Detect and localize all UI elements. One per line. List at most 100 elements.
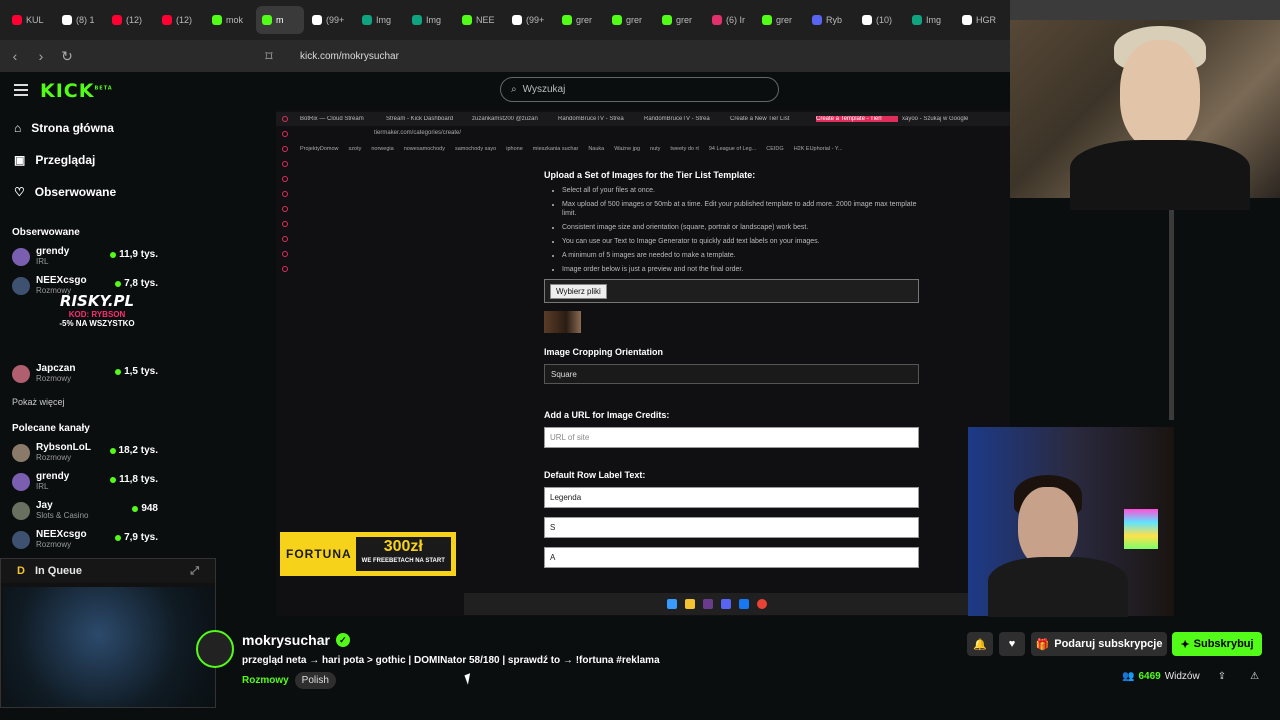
- fortuna-ad-banner: FORTUNA 300zł WE FREEBETACH NA START: [280, 532, 456, 576]
- browser-tab[interactable]: HGR: [956, 6, 1004, 34]
- queue-mini-player[interactable]: D In Queue ⤢: [0, 558, 216, 708]
- crop-heading: Image Cropping Orientation: [544, 347, 664, 357]
- show-more-link[interactable]: Pokaż więcej: [0, 392, 170, 412]
- channel-avatar[interactable]: [196, 630, 234, 668]
- crop-select[interactable]: Square: [544, 364, 919, 384]
- browser-tab[interactable]: (10): [856, 6, 904, 34]
- tab-label: Img: [426, 15, 442, 25]
- viewer-count: 7,9 tys.: [115, 532, 158, 543]
- stream-inner-tabs: BotRix — Cloud Stream Stream - Kick Dashb…: [276, 112, 1010, 126]
- nav-following[interactable]: ♡ Obserwowane: [0, 176, 170, 208]
- follow-button[interactable]: ♥: [999, 632, 1025, 656]
- browser-tab[interactable]: (6) Ir: [706, 6, 754, 34]
- expand-icon[interactable]: ⤢: [190, 565, 199, 578]
- choose-files-button[interactable]: Wybierz pliki: [550, 283, 607, 299]
- live-dot-icon: [115, 368, 122, 375]
- nav-home[interactable]: ⌂ Strona główna: [0, 112, 170, 144]
- channel-item-jay[interactable]: Jay Slots & Casino 948: [0, 496, 170, 525]
- browser-tab[interactable]: grer: [756, 6, 804, 34]
- rule-item: Max upload of 500 images or 50mb at a ti…: [562, 200, 924, 218]
- tab-label: HGR: [976, 15, 996, 25]
- channel-name: grendy: [36, 471, 70, 482]
- language-tag[interactable]: Polish: [294, 672, 336, 689]
- browser-tab[interactable]: (12): [156, 6, 204, 34]
- browser-tab[interactable]: (8) 1: [56, 6, 104, 34]
- reload-icon[interactable]: ↻: [56, 45, 78, 67]
- share-icon[interactable]: ⇪: [1218, 671, 1226, 682]
- tab-favicon-icon: [62, 15, 72, 25]
- viewer-count: 11,9 tys.: [110, 249, 158, 260]
- ad-amount: 300zł: [383, 538, 423, 555]
- browser-tab[interactable]: m: [256, 6, 304, 34]
- ad-brand: FORTUNA: [286, 547, 352, 561]
- menu-icon[interactable]: [14, 84, 28, 96]
- sidebar-app-icon: [282, 191, 288, 197]
- sidebar-app-icon: [282, 176, 288, 182]
- browser-tab[interactable]: Img: [406, 6, 454, 34]
- live-dot-icon: [132, 505, 139, 512]
- kick-logo[interactable]: KICKBETA: [40, 80, 113, 102]
- browser-tab[interactable]: KUL: [6, 6, 54, 34]
- tab-favicon-icon: [112, 15, 122, 25]
- browser-tab[interactable]: (99+: [306, 6, 354, 34]
- channel-item-neexcsgo-rec[interactable]: NEEXcsgo Rozmowy 7,9 tys.: [0, 525, 170, 554]
- promo-code: KOD: RYBSON: [68, 310, 126, 319]
- nav-home-label: Strona główna: [31, 121, 114, 135]
- tab-favicon-icon: [162, 15, 172, 25]
- stream-inner-url: tiermaker.com/categories/create/: [374, 130, 462, 136]
- credits-url-input[interactable]: URL of site: [544, 427, 919, 448]
- browser-tab[interactable]: Img: [906, 6, 954, 34]
- browser-tab[interactable]: NEE: [456, 6, 504, 34]
- stream-category-row: Rozmowy Polish: [242, 672, 336, 689]
- browser-tab[interactable]: mok: [206, 6, 254, 34]
- browser-tab[interactable]: (99+: [506, 6, 554, 34]
- browser-tab[interactable]: grer: [556, 6, 604, 34]
- viewer-count-text: 18,2 tys.: [118, 445, 158, 456]
- channel-item-japczan[interactable]: Japczan Rozmowy 1,5 tys.: [0, 359, 170, 388]
- viewer-count: 18,2 tys.: [109, 445, 158, 456]
- tab-favicon-icon: [612, 15, 622, 25]
- queue-video-thumbnail[interactable]: [3, 587, 215, 707]
- subscribe-button[interactable]: ✦ Subskrybuj: [1172, 632, 1262, 656]
- nav-browse[interactable]: ▣ Przeglądaj: [0, 144, 170, 176]
- browser-tab[interactable]: Img: [356, 6, 404, 34]
- bell-icon: 🔔: [973, 638, 987, 651]
- viewer-count-text: 1,5 tys.: [124, 366, 158, 377]
- inner-bookmark: mieszkania suchar: [532, 146, 579, 152]
- browser-tab[interactable]: (12): [106, 6, 154, 34]
- tab-label: (99+: [326, 15, 345, 25]
- inner-bookmark: samochody xayo: [454, 146, 497, 152]
- bookmark-icon[interactable]: ⌑: [258, 45, 280, 67]
- promo-brand: RISKY.PL: [59, 292, 135, 310]
- row-label-input[interactable]: A: [544, 547, 919, 568]
- stream-title: przegląd neta → hari pota > gothic | DOM…: [242, 655, 660, 666]
- tab-label: Img: [926, 15, 942, 25]
- browser-tab[interactable]: grer: [606, 6, 654, 34]
- row-label-input[interactable]: Legenda: [544, 487, 919, 508]
- gift-subscription-button[interactable]: 🎁 Podaruj subskrypcje: [1031, 632, 1167, 656]
- notifications-button[interactable]: 🔔: [967, 632, 993, 656]
- forward-icon[interactable]: ›: [30, 45, 52, 67]
- channel-name[interactable]: mokrysuchar: [242, 632, 330, 648]
- url-field[interactable]: kick.com/mokrysuchar: [300, 51, 399, 62]
- browser-tab[interactable]: grer: [656, 6, 704, 34]
- channel-item-rybsonlol[interactable]: RybsonLoL Rozmowy 18,2 tys.: [0, 438, 170, 467]
- file-upload-field[interactable]: Wybierz pliki: [544, 279, 919, 303]
- browser-tab[interactable]: Ryb: [806, 6, 854, 34]
- risky-promo-overlay: RISKY.PL KOD: RYBSON -5% NA WSZYSTKO: [30, 292, 164, 346]
- tab-favicon-icon: [912, 15, 922, 25]
- sidebar-app-icon: [282, 236, 288, 242]
- channel-item-grendy-rec[interactable]: grendy IRL 11,8 tys.: [0, 467, 170, 496]
- search-input[interactable]: ⌕ Wyszukaj: [500, 77, 779, 102]
- inner-bookmark: Nauka: [588, 146, 605, 152]
- row-label-input[interactable]: S: [544, 517, 919, 538]
- category-link[interactable]: Rozmowy: [242, 675, 289, 686]
- report-icon[interactable]: ⚠: [1250, 671, 1259, 682]
- uploaded-image-thumbnail: [544, 311, 581, 333]
- rule-item: A minimum of 5 images are needed to make…: [562, 251, 924, 260]
- tab-favicon-icon: [462, 15, 472, 25]
- back-icon[interactable]: ‹: [4, 45, 26, 67]
- inner-tab: RandomBruceTV - Strea: [644, 116, 710, 122]
- tab-label: Ryb: [826, 15, 843, 25]
- channel-item-grendy[interactable]: grendy IRL 11,9 tys.: [0, 242, 170, 271]
